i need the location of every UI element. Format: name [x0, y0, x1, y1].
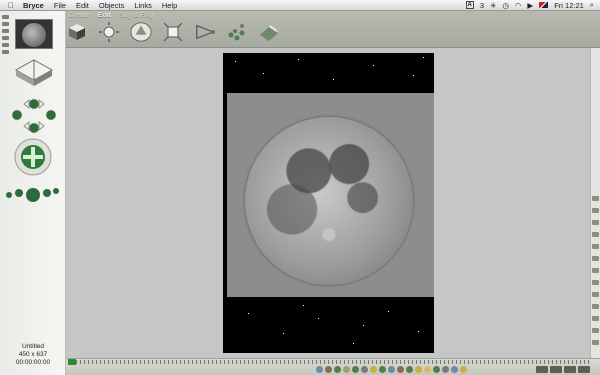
resize-tool-icon[interactable]: [162, 21, 184, 43]
menu-edit[interactable]: Edit: [71, 1, 94, 10]
view-control-panel: Untitled 450 x 637 00:00:00:00: [0, 11, 66, 375]
wifi-icon[interactable]: ◠: [515, 1, 522, 10]
image-plane[interactable]: [227, 93, 434, 297]
light-tool-icon[interactable]: [98, 21, 120, 43]
view-mode-strip[interactable]: [2, 15, 11, 55]
bluetooth-icon[interactable]: ✳: [490, 1, 496, 10]
menu-bar:  Bryce File Edit Objects Links Help A 3…: [0, 0, 600, 11]
right-tool-strip[interactable]: [590, 48, 600, 358]
camera-trackball-icon[interactable]: [8, 95, 60, 139]
adobe-status-icon[interactable]: A: [465, 1, 474, 9]
document-timecode: 00:00:00:00: [15, 359, 51, 366]
timeline-thumb[interactable]: [68, 359, 76, 365]
language-flag-icon[interactable]: [539, 2, 549, 8]
palette-tabs: Create Edit Sky & Fog: [68, 12, 153, 19]
play-icon[interactable]: [550, 366, 562, 373]
menubar-status: A 3 ✳ ◷ ◠ ▶ Fri 12:21 ⌕: [465, 0, 600, 10]
menu-help[interactable]: Help: [157, 1, 182, 10]
main-toolbar: Create Edit Sky & Fog: [0, 11, 600, 48]
menu-app-bryce[interactable]: Bryce: [18, 1, 49, 10]
document-dimensions: 450 x 637: [18, 351, 48, 358]
menu-objects[interactable]: Objects: [94, 1, 129, 10]
nano-preview[interactable]: [15, 19, 53, 49]
cube-tool-icon[interactable]: [66, 21, 88, 43]
nano-preview-moon: [22, 23, 46, 47]
tab-sky-fog[interactable]: Sky & Fog: [119, 12, 153, 19]
menu-file[interactable]: File: [49, 1, 71, 10]
playback-controls[interactable]: [536, 366, 590, 373]
spotlight-icon[interactable]: ⌕: [590, 0, 594, 10]
timeline-scrubber[interactable]: [68, 359, 590, 365]
shape-tool-icon[interactable]: [130, 21, 152, 43]
scene-workspace[interactable]: [66, 48, 590, 358]
edit-tools: [66, 21, 280, 43]
terrain-tool-icon[interactable]: [258, 21, 280, 43]
forward-icon[interactable]: [564, 366, 576, 373]
clock[interactable]: Fri 12:21: [554, 1, 584, 10]
apple-logo-icon[interactable]: : [4, 1, 18, 10]
tab-edit[interactable]: Edit: [98, 12, 111, 19]
document-title: Untitled: [21, 343, 45, 350]
view-control-icon[interactable]: [12, 56, 56, 92]
timemachine-icon[interactable]: ◷: [502, 1, 509, 10]
animation-palette: [66, 358, 600, 375]
menu-links[interactable]: Links: [129, 1, 157, 10]
tab-create[interactable]: Create: [68, 12, 90, 19]
align-tool-icon[interactable]: [194, 21, 216, 43]
volume-icon[interactable]: ▶: [527, 1, 533, 10]
render-canvas[interactable]: [223, 53, 434, 353]
moon-image: [245, 117, 413, 285]
display-option-icons[interactable]: [316, 366, 467, 373]
cross-control-icon[interactable]: [3, 177, 63, 211]
document-info: Untitled 450 x 637 00:00:00:00: [0, 343, 66, 367]
pan-zoom-control-icon[interactable]: [12, 136, 54, 180]
end-icon[interactable]: [578, 366, 590, 373]
badge-count: 3: [479, 0, 485, 10]
randomize-tool-icon[interactable]: [226, 21, 248, 43]
rewind-icon[interactable]: [536, 366, 548, 373]
